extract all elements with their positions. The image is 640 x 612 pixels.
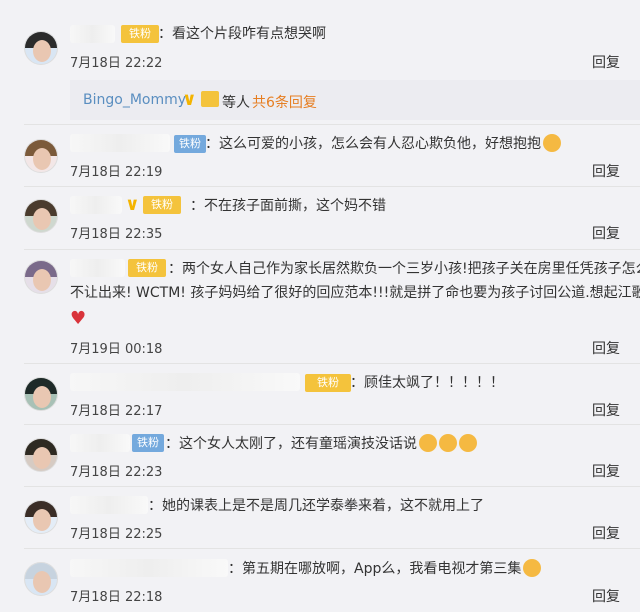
- fan-badge: 铁粉: [128, 259, 166, 277]
- reply-button[interactable]: 回复: [592, 161, 620, 181]
- avatar[interactable]: [24, 260, 58, 294]
- reply-button[interactable]: 回复: [592, 223, 620, 243]
- summary-reply-count[interactable]: 共6条回复: [252, 92, 317, 112]
- divider: [24, 249, 640, 250]
- avatar[interactable]: [24, 199, 58, 233]
- laughing-emoji-icon: [523, 559, 542, 577]
- reply-button[interactable]: 回复: [592, 400, 620, 420]
- avatar[interactable]: [24, 377, 58, 411]
- avatar[interactable]: [24, 31, 58, 65]
- comment-time: 7月18日 22:23: [70, 465, 163, 480]
- reply-button[interactable]: 回复: [592, 338, 620, 358]
- username-redacted[interactable]: [70, 496, 148, 514]
- comment-text: ：她的课表上是不是周几还学泰拳来着，这不就用上了: [148, 498, 484, 514]
- username-redacted[interactable]: [70, 25, 115, 43]
- fan-badge: 铁粉: [305, 374, 351, 392]
- replies-summary[interactable]: Bingo_Mommy ∨ 等人 共6条回复: [70, 80, 640, 120]
- divider: [24, 548, 640, 549]
- fan-badge: 铁粉: [174, 135, 206, 153]
- reply-button[interactable]: 回复: [592, 586, 620, 606]
- comment-time: 7月18日 22:18: [70, 590, 163, 605]
- username-redacted[interactable]: [70, 196, 122, 214]
- reply-button[interactable]: 回复: [592, 523, 620, 543]
- avatar[interactable]: [24, 562, 58, 596]
- avatar[interactable]: [24, 438, 58, 472]
- username-redacted[interactable]: [70, 559, 228, 577]
- fan-badge: 铁粉: [121, 25, 159, 43]
- comment-time: 7月18日 22:22: [70, 56, 163, 71]
- comment-text-content: ：这个女人太刚了，还有童瑶演技没话说: [165, 436, 417, 452]
- divider: [24, 363, 640, 364]
- thumbs-up-icon: [439, 434, 457, 452]
- verified-icon: ∨: [125, 194, 140, 215]
- fan-badge: 铁粉: [143, 196, 181, 214]
- divider: [24, 186, 640, 187]
- comment-text: ：这么可爱的小孩，怎么会有人忍心欺负他，好想抱抱: [205, 134, 561, 154]
- thumbs-up-icon: [459, 434, 477, 452]
- username-redacted[interactable]: [70, 434, 130, 452]
- reply-button[interactable]: 回复: [592, 461, 620, 481]
- fan-badge-icon: [201, 91, 219, 107]
- comment-list: 铁粉 ：看这个片段咋有点想哭啊 7月18日 22:22 回复 Bingo_Mom…: [0, 0, 640, 612]
- comment-time: 7月18日 22:17: [70, 404, 163, 419]
- comment-time: 7月18日 22:19: [70, 165, 163, 180]
- divider: [24, 486, 640, 487]
- comment-time: 7月18日 22:25: [70, 527, 163, 542]
- reply-button[interactable]: 回复: [592, 52, 620, 72]
- comment-text-content: ：这么可爱的小孩，怎么会有人忍心欺负他，好想抱抱: [205, 136, 541, 152]
- avatar[interactable]: [24, 139, 58, 173]
- thumbs-up-icon: [419, 434, 437, 452]
- divider: [24, 424, 640, 425]
- broken-heart-icon: ♥: [70, 308, 87, 329]
- divider: [24, 124, 640, 125]
- verified-icon: ∨: [182, 89, 197, 110]
- comment-text: ：不在孩子面前撕，这个妈不错: [190, 198, 386, 214]
- summary-others: 等人: [222, 95, 250, 111]
- avatar[interactable]: [24, 500, 58, 534]
- comment-text: ：顾佳太飒了！！！！！: [350, 375, 504, 391]
- comment-time: 7月18日 22:35: [70, 227, 163, 242]
- username-redacted[interactable]: [70, 373, 300, 391]
- comment-text-content: ：第五期在哪放啊，App么，我看电视才第三集: [228, 561, 522, 577]
- username-redacted[interactable]: [70, 259, 125, 277]
- comment-text: ：第五期在哪放啊，App么，我看电视才第三集: [228, 559, 542, 579]
- fan-badge: 铁粉: [132, 434, 164, 452]
- comment-time: 7月19日 00:18: [70, 342, 163, 357]
- comment-text: ：这个女人太刚了，还有童瑶演技没话说: [165, 434, 477, 454]
- username-redacted[interactable]: [70, 134, 170, 152]
- comment-text: ：两个女人自己作为家长居然欺负一个三岁小孩!把孩子关在房里任凭孩子怎么: [168, 261, 640, 277]
- comment-text-continued: 不让出来! WCTM! 孩子妈妈给了很好的回应范本!!!就是拼了命也要为孩子讨回…: [70, 285, 640, 301]
- summary-user[interactable]: Bingo_Mommy: [83, 92, 186, 108]
- comment-text: ：看这个片段咋有点想哭啊: [158, 26, 326, 42]
- hug-emoji-icon: [543, 134, 561, 152]
